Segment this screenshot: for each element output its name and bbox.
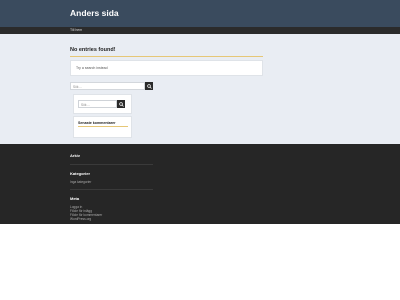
recent-comments-divider	[78, 126, 128, 127]
categories-title: Kategorier	[70, 171, 91, 176]
recent-comments-widget: Senaste kommentarer	[73, 116, 132, 138]
search-icon	[146, 83, 152, 89]
meta-title: Meta	[70, 196, 80, 201]
notice-text: Try a search instead	[76, 66, 108, 70]
footer-divider	[70, 189, 153, 190]
main-content: No entries found! Try a search instead S…	[0, 34, 400, 144]
title-divider	[70, 56, 263, 57]
site-footer: Arkiv Kategorier Inga kategorier Meta Lo…	[0, 144, 400, 224]
site-title[interactable]: Anders sida	[70, 8, 119, 18]
page-title: No entries found!	[70, 47, 116, 53]
footer-divider	[70, 164, 153, 165]
site-header: Anders sida	[0, 0, 400, 27]
nav-bar: Till hem	[0, 27, 400, 34]
main-search-button[interactable]	[145, 82, 153, 90]
sidebar-search-widget: Sök ...	[73, 94, 132, 114]
no-results-notice: Try a search instead	[70, 60, 263, 76]
main-search-input[interactable]: Sök ...	[70, 82, 145, 90]
meta-item-wordpress[interactable]: WordPress.org	[70, 217, 91, 221]
categories-empty: Inga kategorier	[70, 180, 92, 184]
sidebar-search-input[interactable]: Sök ...	[78, 100, 117, 108]
archive-title: Arkiv	[70, 153, 81, 158]
sidebar-search-button[interactable]	[117, 100, 125, 108]
recent-comments-title: Senaste kommentarer	[78, 121, 116, 125]
main-search-form: Sök ...	[70, 82, 154, 90]
search-icon	[118, 101, 124, 107]
nav-link-home[interactable]: Till hem	[70, 28, 82, 32]
